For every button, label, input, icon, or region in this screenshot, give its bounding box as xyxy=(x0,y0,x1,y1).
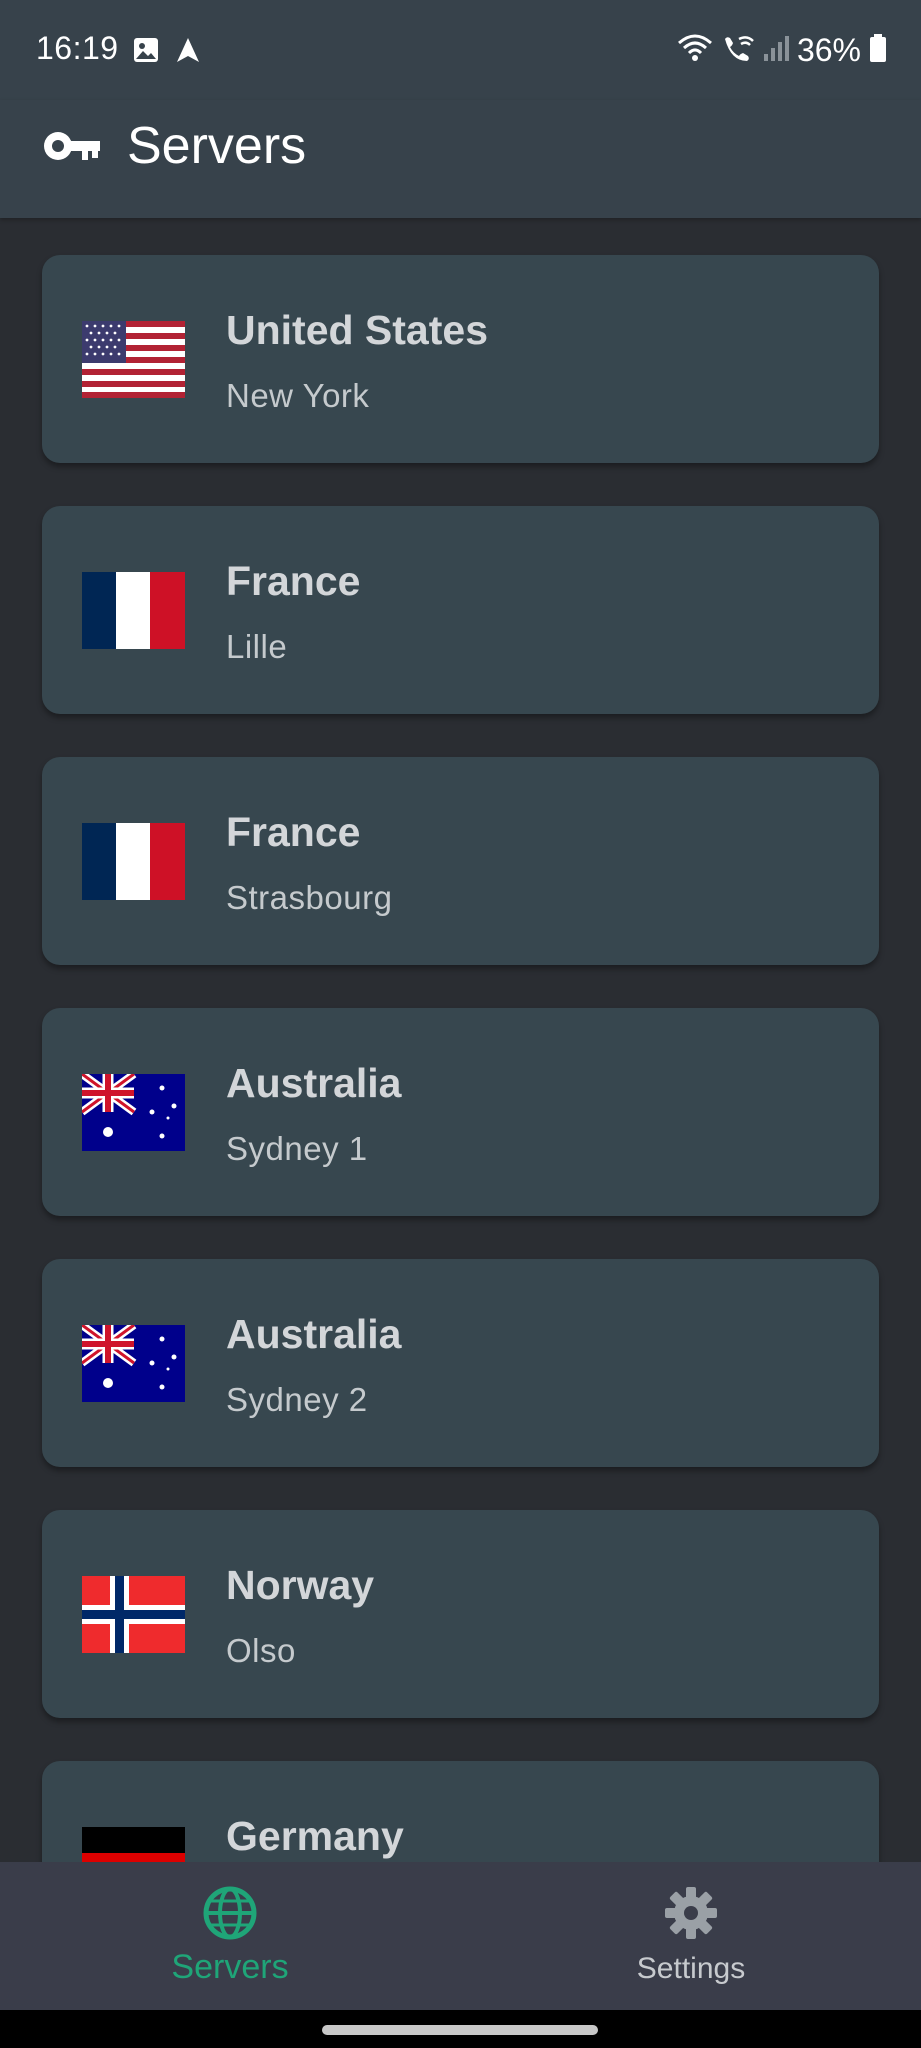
server-city: New York xyxy=(226,377,370,414)
server-card[interactable]: Germany xyxy=(42,1761,879,1862)
server-card[interactable]: Australia Sydney 1 xyxy=(42,1008,879,1216)
server-card[interactable]: United States New York xyxy=(42,255,879,463)
au-flag-icon xyxy=(82,1074,185,1151)
wifi-call-icon xyxy=(721,33,755,68)
server-card[interactable]: Australia Sydney 2 xyxy=(42,1259,879,1467)
app-bar: Servers xyxy=(0,100,921,218)
nav-servers[interactable]: Servers xyxy=(0,1862,460,2010)
server-city: Sydney 1 xyxy=(226,1130,368,1167)
server-country: France xyxy=(226,558,361,604)
de-flag-icon xyxy=(82,1827,185,1862)
key-icon xyxy=(42,126,102,166)
server-country: Norway xyxy=(226,1562,375,1608)
wifi-calling-icon xyxy=(677,33,713,68)
server-city: Sydney 2 xyxy=(226,1381,368,1418)
gesture-handle[interactable] xyxy=(322,2025,598,2035)
server-country: United States xyxy=(226,307,488,353)
status-bar: 16:19 36% xyxy=(0,0,921,100)
server-card[interactable]: France Strasbourg xyxy=(42,757,879,965)
nav-settings-label: Settings xyxy=(636,1952,746,1985)
no-flag-icon xyxy=(82,1576,185,1653)
page-title: Servers xyxy=(127,117,307,175)
battery-icon xyxy=(869,33,887,68)
server-city: Olso xyxy=(226,1632,296,1669)
server-country: Australia xyxy=(226,1060,402,1106)
fr-flag-icon xyxy=(82,572,185,649)
status-time: 16:19 xyxy=(36,30,119,66)
gear-icon xyxy=(662,1884,720,1942)
server-country: Germany xyxy=(226,1813,404,1859)
us-flag-icon xyxy=(82,321,185,398)
server-city: Strasbourg xyxy=(226,879,393,916)
server-country: France xyxy=(226,809,361,855)
server-card[interactable]: France Lille xyxy=(42,506,879,714)
globe-icon xyxy=(201,1884,259,1942)
image-icon xyxy=(132,36,160,69)
server-country: Australia xyxy=(226,1311,402,1357)
nav-settings[interactable]: Settings xyxy=(461,1862,921,2010)
battery-percentage: 36% xyxy=(796,32,861,68)
nav-servers-label: Servers xyxy=(171,1948,289,1986)
gesture-bar xyxy=(0,2010,921,2048)
fr-flag-icon xyxy=(82,823,185,900)
server-list[interactable]: United States New York France Lille Fran… xyxy=(0,218,921,1862)
navigation-arrow-icon xyxy=(174,36,202,69)
bottom-navigation: Servers Settings xyxy=(0,1862,921,2010)
server-city: Lille xyxy=(226,628,288,665)
au-flag-icon xyxy=(82,1325,185,1402)
signal-icon xyxy=(763,34,789,67)
server-card[interactable]: Norway Olso xyxy=(42,1510,879,1718)
